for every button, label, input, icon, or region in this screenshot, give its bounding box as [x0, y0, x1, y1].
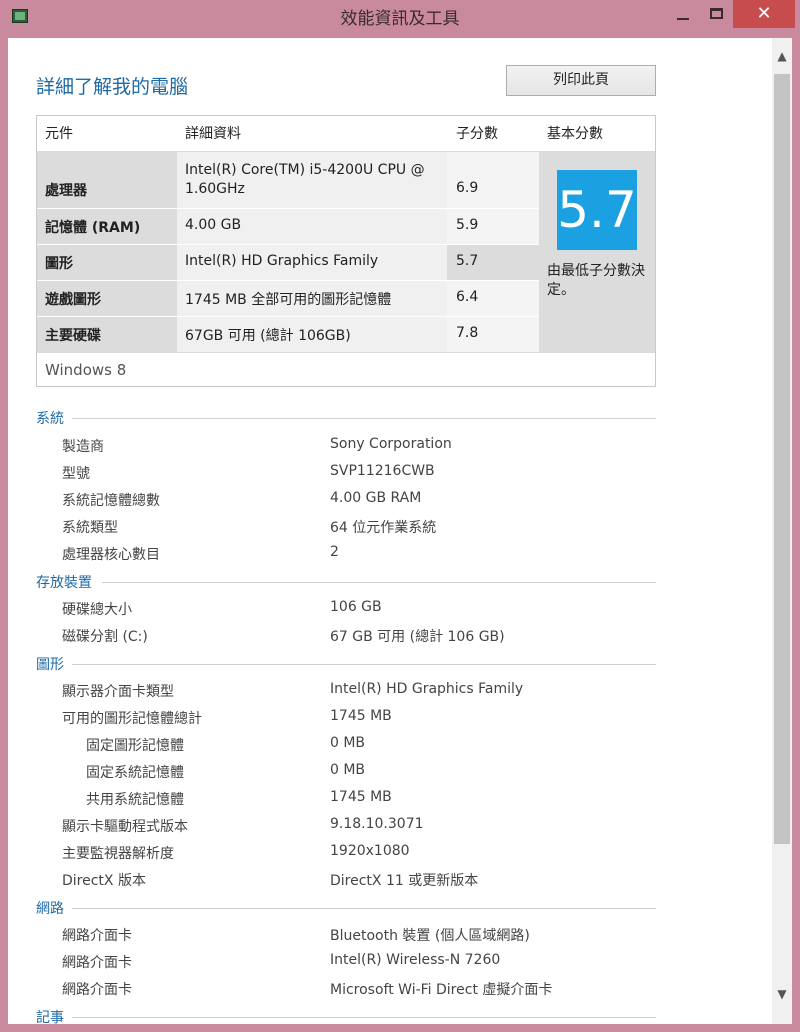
row-detail: Intel(R) Core(TM) i5-4200U CPU @ 1.60GHz [185, 162, 425, 197]
print-page-button[interactable]: 列印此頁 [506, 65, 656, 96]
column-header-detail: 詳細資料 [185, 126, 241, 142]
property-label: 固定圖形記憶體 [86, 738, 184, 754]
property-value: 1745 MB [330, 789, 392, 805]
scroll-thumb[interactable] [774, 74, 790, 844]
scroll-down-icon[interactable]: ▼ [772, 976, 792, 1012]
row-subscore: 7.8 [456, 325, 479, 341]
section-title: 網路 [36, 901, 64, 917]
property-label: 顯示器介面卡類型 [62, 684, 174, 700]
table-row: 圖形 Intel(R) HD Graphics Family 5.7 [37, 244, 539, 280]
property-label: 系統記憶體總數 [62, 493, 160, 509]
property-value: Sony Corporation [330, 436, 452, 452]
section-header-system: 系統 [36, 408, 656, 428]
row-detail: 67GB 可用 (總計 106GB) [185, 328, 351, 344]
client-area: 詳細了解我的電腦 列印此頁 元件 詳細資料 子分數 基本分數 處理器 Intel… [8, 38, 792, 1024]
section-divider [72, 1017, 656, 1018]
section-divider [72, 664, 656, 665]
os-label: Windows 8 [37, 352, 655, 386]
section-title: 系統 [36, 411, 64, 427]
minimize-icon [677, 18, 689, 20]
vertical-scrollbar[interactable]: ▲ ▼ [772, 38, 792, 1024]
base-score-panel: 5.7 由最低子分數決定。 [539, 152, 655, 352]
property-value: Bluetooth 裝置 (個人區域網路) [330, 928, 530, 944]
score-table: 元件 詳細資料 子分數 基本分數 處理器 Intel(R) Core(TM) i… [36, 115, 656, 387]
performance-info-window: 效能資訊及工具 ✕ 詳細了解我的電腦 列印此頁 元件 詳細資料 子分數 基本分數… [0, 0, 800, 1032]
property-value: Microsoft Wi-Fi Direct 虛擬介面卡 [330, 982, 553, 998]
row-component: 處理器 [45, 183, 87, 199]
property-label: 型號 [62, 466, 90, 482]
property-value: DirectX 11 或更新版本 [330, 873, 479, 889]
property-value: 0 MB [330, 735, 366, 751]
property-label: 處理器核心數目 [62, 547, 160, 563]
property-label: 系統類型 [62, 520, 118, 536]
property-label: 磁碟分割 (C:) [62, 629, 148, 645]
minimize-button[interactable] [666, 0, 700, 28]
section-title: 記事 [36, 1010, 64, 1024]
property-value: 1920x1080 [330, 843, 410, 859]
table-row: 記憶體 (RAM) 4.00 GB 5.9 [37, 208, 539, 244]
section-divider [102, 582, 656, 583]
section-title: 圖形 [36, 657, 64, 673]
row-component: 遊戲圖形 [45, 292, 101, 308]
section-header-graphics: 圖形 [36, 654, 656, 674]
row-component: 圖形 [45, 256, 73, 272]
property-value: 0 MB [330, 762, 366, 778]
row-detail: 4.00 GB [185, 217, 242, 233]
row-component: 記憶體 (RAM) [45, 220, 141, 236]
base-score-badge: 5.7 [557, 170, 637, 250]
property-value: 106 GB [330, 599, 382, 615]
property-label: 主要監視器解析度 [62, 846, 174, 862]
scroll-up-icon[interactable]: ▲ [772, 38, 792, 74]
property-label: 網路介面卡 [62, 955, 132, 971]
property-value: 1745 MB [330, 708, 392, 724]
property-label: 硬碟總大小 [62, 602, 132, 618]
close-icon: ✕ [756, 3, 772, 24]
property-value: 4.00 GB RAM [330, 490, 422, 506]
row-subscore: 5.9 [456, 217, 479, 233]
section-header-notes: 記事 [36, 1007, 656, 1024]
property-label: 共用系統記憶體 [86, 792, 184, 808]
property-label: 網路介面卡 [62, 982, 132, 998]
row-subscore: 6.9 [456, 180, 479, 196]
section-divider [72, 908, 656, 909]
property-value: Intel(R) Wireless-N 7260 [330, 952, 501, 968]
property-value: 67 GB 可用 (總計 106 GB) [330, 629, 505, 645]
section-header-network: 網路 [36, 898, 656, 918]
row-component: 主要硬碟 [45, 328, 101, 344]
property-label: DirectX 版本 [62, 873, 146, 889]
maximize-icon [710, 8, 723, 19]
page-title: 詳細了解我的電腦 [36, 76, 189, 98]
table-row: 處理器 Intel(R) Core(TM) i5-4200U CPU @ 1.6… [37, 152, 539, 208]
score-table-header: 元件 詳細資料 子分數 基本分數 [37, 116, 655, 152]
property-label: 可用的圖形記憶體總計 [62, 711, 202, 727]
property-value: Intel(R) HD Graphics Family [330, 681, 524, 697]
property-label: 固定系統記憶體 [86, 765, 184, 781]
property-label: 網路介面卡 [62, 928, 132, 944]
section-divider [72, 418, 656, 419]
column-header-base-score: 基本分數 [547, 126, 603, 142]
property-label: 製造商 [62, 439, 104, 455]
title-bar[interactable]: 效能資訊及工具 ✕ [0, 0, 800, 38]
property-label: 顯示卡驅動程式版本 [62, 819, 188, 835]
property-value: 2 [330, 544, 339, 560]
row-detail: Intel(R) HD Graphics Family [185, 253, 379, 269]
table-row: 主要硬碟 67GB 可用 (總計 106GB) 7.8 [37, 316, 539, 352]
column-header-subscore: 子分數 [456, 126, 498, 142]
property-value: 64 位元作業系統 [330, 520, 437, 536]
column-header-component: 元件 [45, 126, 73, 142]
row-subscore: 5.7 [456, 253, 479, 269]
table-row: 遊戲圖形 1745 MB 全部可用的圖形記憶體 6.4 [37, 280, 539, 316]
close-button[interactable]: ✕ [733, 0, 795, 28]
maximize-button[interactable] [700, 0, 733, 28]
section-header-storage: 存放裝置 [36, 572, 656, 592]
property-value: 9.18.10.3071 [330, 816, 424, 832]
property-value: SVP11216CWB [330, 463, 435, 479]
row-detail: 1745 MB 全部可用的圖形記憶體 [185, 292, 392, 308]
section-title: 存放裝置 [36, 575, 92, 591]
base-score-note: 由最低子分數決定。 [547, 263, 645, 298]
row-subscore: 6.4 [456, 289, 479, 305]
